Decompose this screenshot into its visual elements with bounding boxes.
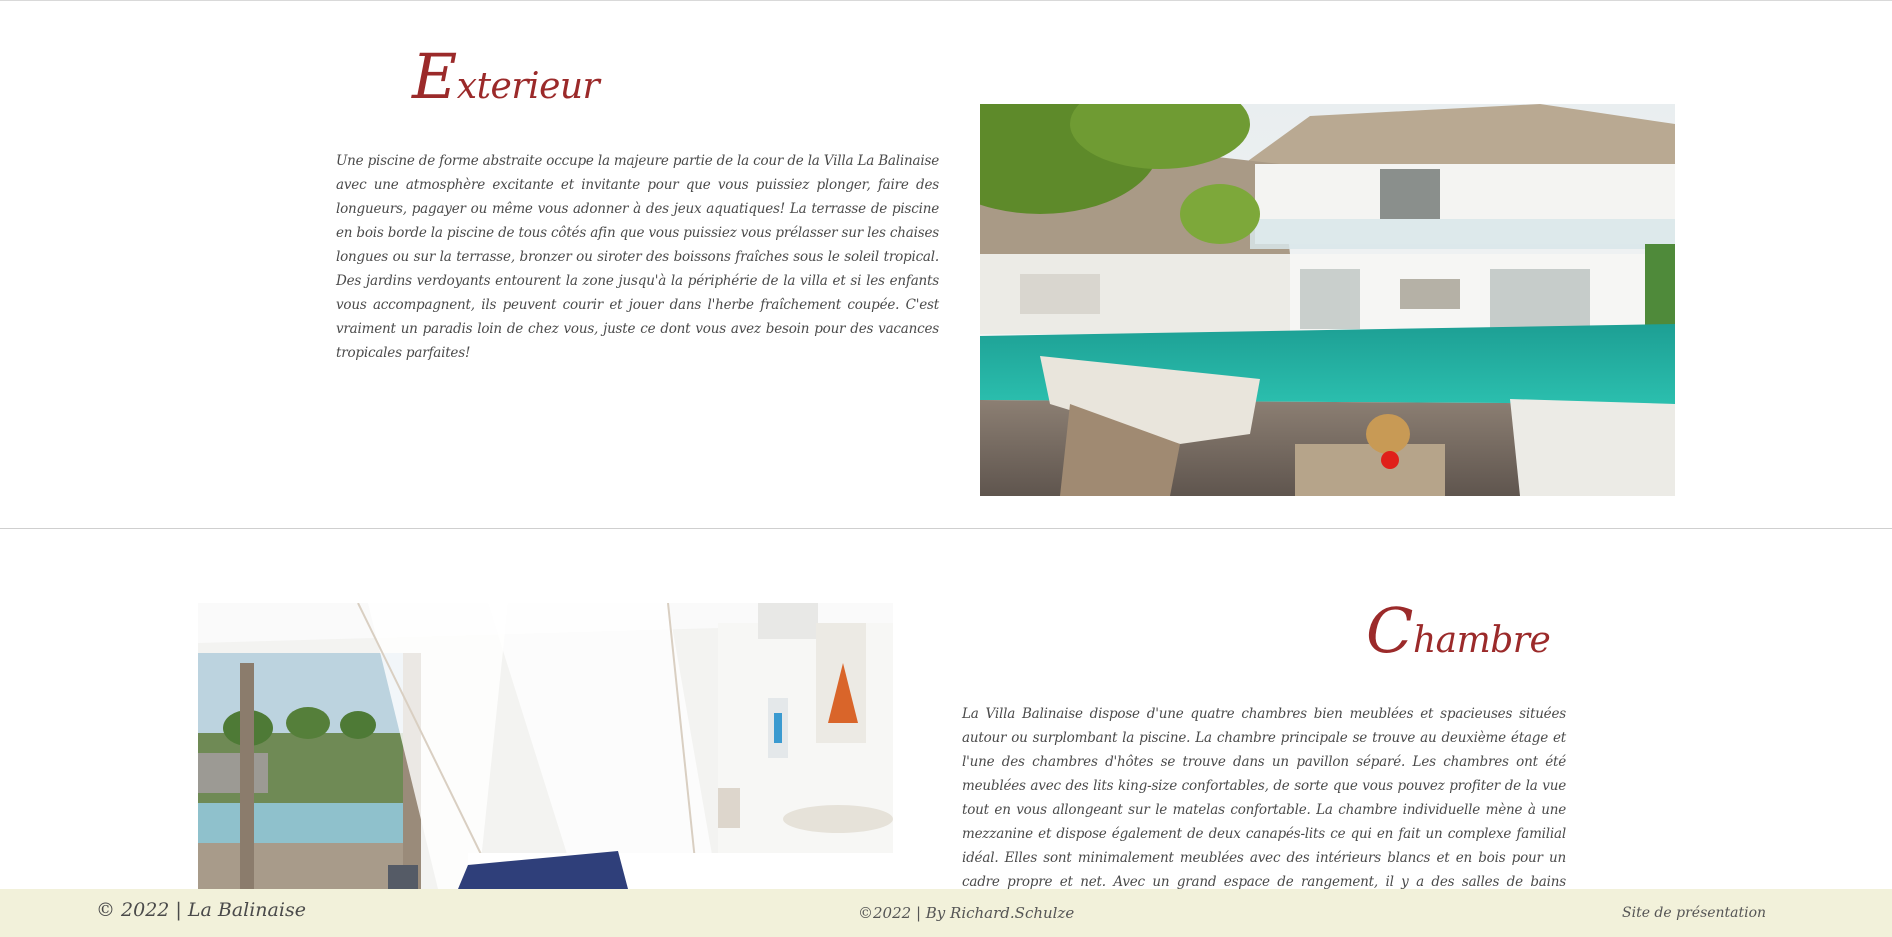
exterior-heading-initial: E (412, 40, 457, 113)
section-divider (0, 528, 1892, 529)
exterior-heading-rest: xterieur (456, 66, 600, 107)
exterior-description: Une piscine de forme abstraite occupe la… (336, 153, 939, 361)
footer-copyright: © 2022 | La Balinaise (96, 899, 306, 921)
footer-site-link[interactable]: Site de présentation (1622, 905, 1766, 921)
chambre-heading-initial: C (1366, 594, 1413, 667)
chambre-heading-rest: hambre (1412, 620, 1551, 661)
exterior-heading: Exterieur (412, 46, 600, 108)
chambre-heading: Chambre (1366, 600, 1551, 662)
footer: © 2022 | La Balinaise ©2022 | By Richard… (0, 889, 1892, 937)
exterior-pool-photo (980, 104, 1675, 496)
footer-author: ©2022 | By Richard.Schulze (858, 904, 1075, 922)
top-divider (0, 0, 1892, 1)
bedroom-photo (198, 603, 893, 889)
chambre-description: La Villa Balinaise dispose d'une quatre … (962, 706, 1566, 914)
